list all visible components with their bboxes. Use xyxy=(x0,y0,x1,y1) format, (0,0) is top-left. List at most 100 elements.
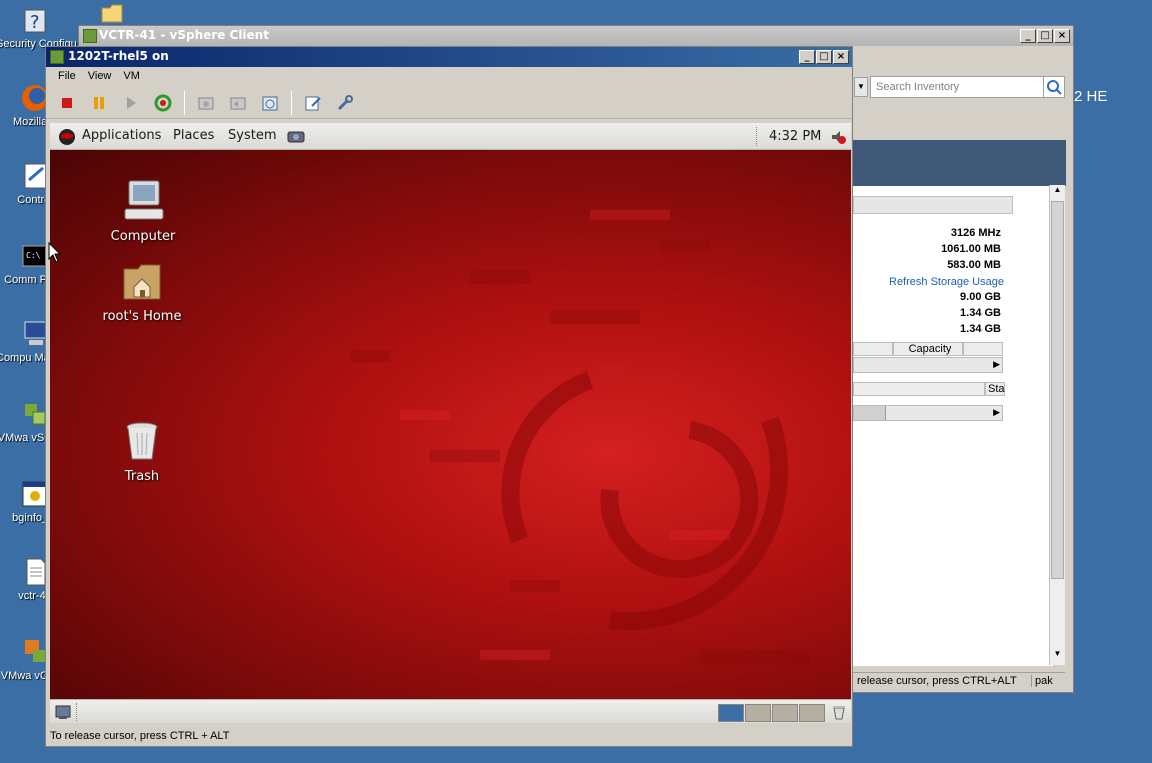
workspace-1[interactable] xyxy=(718,704,744,722)
arrow-up-icon[interactable]: ▲ xyxy=(1050,185,1065,199)
applications-menu[interactable]: Applications xyxy=(82,128,161,143)
close-button[interactable]: × xyxy=(833,50,849,64)
trash-label: Trash xyxy=(124,469,160,484)
cpu-value: 3126 MHz xyxy=(950,227,1001,239)
suspend-button[interactable] xyxy=(88,92,110,114)
revert-icon xyxy=(230,97,246,109)
table-scroll-right[interactable]: ▶ xyxy=(853,357,1003,373)
arrow-right-icon: ▶ xyxy=(993,407,1000,417)
computer-label: Computer xyxy=(110,229,176,244)
scroll-thumb[interactable] xyxy=(854,406,886,420)
vsphere-status-text: release cursor, press CTRL+ALT xyxy=(857,675,1017,687)
svg-text:?: ? xyxy=(30,12,40,33)
search-icon xyxy=(1047,80,1062,95)
resources-panel xyxy=(853,186,1053,666)
connect-devices-button[interactable] xyxy=(334,92,356,114)
vm-status-bar: To release cursor, press CTRL + ALT xyxy=(50,730,230,742)
search-button[interactable] xyxy=(1043,76,1065,98)
wrench-icon xyxy=(337,94,353,110)
vm-title-bar[interactable]: 1202T-rhel5 on _ □ × xyxy=(46,47,852,67)
vm-toolbar xyxy=(46,87,852,119)
places-menu[interactable]: Places xyxy=(173,128,214,143)
computer-icon xyxy=(124,180,164,220)
stop-icon xyxy=(62,97,72,108)
vsphere-status-bar: release cursor, press CTRL+ALT pak xyxy=(853,672,1065,690)
vsphere-title-bar[interactable]: VCTR-41 - vSphere Client _ □ × xyxy=(79,26,1073,46)
status-column-header[interactable]: Sta xyxy=(985,382,1005,396)
vsphere-app-icon xyxy=(83,29,97,43)
panel-clock[interactable]: 4:32 PM xyxy=(769,129,821,144)
maximize-button[interactable]: □ xyxy=(1037,29,1053,43)
storage-unshared-value: 1.34 GB xyxy=(960,323,1001,335)
home-folder-icon xyxy=(123,264,161,300)
redhat-logo-icon xyxy=(59,129,75,145)
arrow-down-icon[interactable]: ▼ xyxy=(1050,649,1065,663)
volume-icon[interactable] xyxy=(829,128,847,146)
menu-vm[interactable]: VM xyxy=(123,70,140,87)
memory-value: 1061.00 MB xyxy=(941,243,1001,255)
vsphere-status-user: pak xyxy=(1031,675,1053,687)
gnome-desktop[interactable]: Computer root's Home Trash xyxy=(50,150,851,699)
desktop-icon-home[interactable]: root's Home xyxy=(92,257,192,324)
system-menu[interactable]: System xyxy=(228,128,276,143)
edit-settings-button[interactable] xyxy=(302,92,324,114)
refresh-storage-link[interactable]: Refresh Storage Usage xyxy=(889,276,1004,288)
gnome-top-panel: Applications Places System 4:32 PM xyxy=(50,123,851,150)
network-icon[interactable] xyxy=(286,128,306,146)
arrow-right-icon: ▶ xyxy=(993,359,1000,369)
search-scope-dropdown[interactable]: ▼ xyxy=(854,77,868,97)
menu-file[interactable]: File xyxy=(58,70,76,87)
desktop-icon-security[interactable]: ? Security Configu xyxy=(0,4,77,51)
desktop-icon-trash[interactable]: Trash xyxy=(92,417,192,484)
storage-provisioned-value: 9.00 GB xyxy=(960,291,1001,303)
vertical-scrollbar[interactable]: ▲ ▼ xyxy=(1049,185,1065,665)
resources-panel-header xyxy=(853,196,1013,214)
mouse-cursor-icon xyxy=(48,242,62,263)
power-on-button[interactable] xyxy=(120,92,142,114)
svg-text:C:\: C:\ xyxy=(26,251,41,260)
vsphere-banner xyxy=(853,140,1066,186)
maximize-button[interactable]: □ xyxy=(816,50,832,64)
storage-used-value: 1.34 GB xyxy=(960,307,1001,319)
revert-snapshot-button[interactable] xyxy=(227,92,249,114)
minimize-button[interactable]: _ xyxy=(1020,29,1036,43)
capacity-column-header[interactable]: Capacity xyxy=(893,342,963,356)
close-button[interactable]: × xyxy=(1054,29,1070,43)
toolbar-separator xyxy=(184,90,185,115)
scroll-thumb[interactable] xyxy=(1051,201,1064,579)
workspace-2[interactable] xyxy=(745,704,771,722)
table-col-header[interactable] xyxy=(963,342,1003,356)
vm-console-window[interactable]: 1202T-rhel5 on _ □ × File View VM Applic… xyxy=(45,46,853,747)
table-col-header[interactable] xyxy=(853,382,985,396)
search-inventory-input[interactable]: Search Inventory xyxy=(870,76,1044,98)
desktop-icon-computer[interactable]: Computer xyxy=(93,177,193,244)
toolbar-separator xyxy=(291,90,292,115)
play-icon xyxy=(127,96,136,109)
workspace-3[interactable] xyxy=(772,704,798,722)
vm-app-icon xyxy=(50,50,64,64)
folder-icon[interactable] xyxy=(100,2,126,27)
power-off-button[interactable] xyxy=(56,92,78,114)
trash-applet-icon[interactable] xyxy=(830,703,848,721)
vm-title: 1202T-rhel5 on xyxy=(68,49,169,63)
minimize-button[interactable]: _ xyxy=(799,50,815,64)
workspace-4[interactable] xyxy=(799,704,825,722)
show-desktop-icon[interactable] xyxy=(54,703,72,721)
home-label: root's Home xyxy=(102,309,182,324)
reset-button[interactable] xyxy=(152,92,174,114)
refresh-icon xyxy=(154,94,172,111)
pause-icon xyxy=(94,96,104,109)
gnome-bottom-panel xyxy=(50,699,851,723)
table-scroll-right-2[interactable]: ▶ xyxy=(853,405,1003,421)
vm-menubar: File View VM xyxy=(46,67,852,87)
menu-view[interactable]: View xyxy=(88,70,112,87)
vsphere-title: VCTR-41 - vSphere Client xyxy=(99,28,269,42)
table-col-header[interactable] xyxy=(853,342,893,356)
guest-screen[interactable]: Applications Places System 4:32 PM Compu… xyxy=(50,123,851,723)
snapshot-button[interactable] xyxy=(195,92,217,114)
snapshot-manager-button[interactable] xyxy=(259,92,281,114)
panel-handle xyxy=(76,703,78,721)
security-config-icon: ? xyxy=(19,4,51,36)
host-label: 2 HE xyxy=(1074,88,1108,105)
panel-handle xyxy=(756,127,758,146)
